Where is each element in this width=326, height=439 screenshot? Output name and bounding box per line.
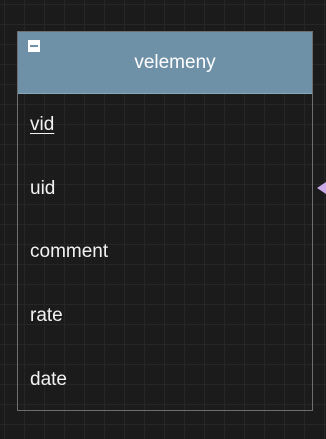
attribute-uid[interactable]: uid bbox=[30, 177, 55, 201]
arrow-left-icon[interactable] bbox=[317, 182, 326, 194]
attribute-vid[interactable]: vid bbox=[30, 113, 54, 137]
entity-header[interactable]: velemeny bbox=[18, 32, 312, 94]
entity-title: velemeny bbox=[134, 52, 216, 73]
entity-box[interactable]: velemeny vid uid comment rate date bbox=[17, 31, 313, 411]
diagram-canvas[interactable]: velemeny vid uid comment rate date bbox=[0, 0, 326, 439]
attribute-date[interactable]: date bbox=[30, 368, 67, 392]
attribute-comment[interactable]: comment bbox=[30, 240, 108, 264]
attribute-rate[interactable]: rate bbox=[30, 304, 63, 328]
